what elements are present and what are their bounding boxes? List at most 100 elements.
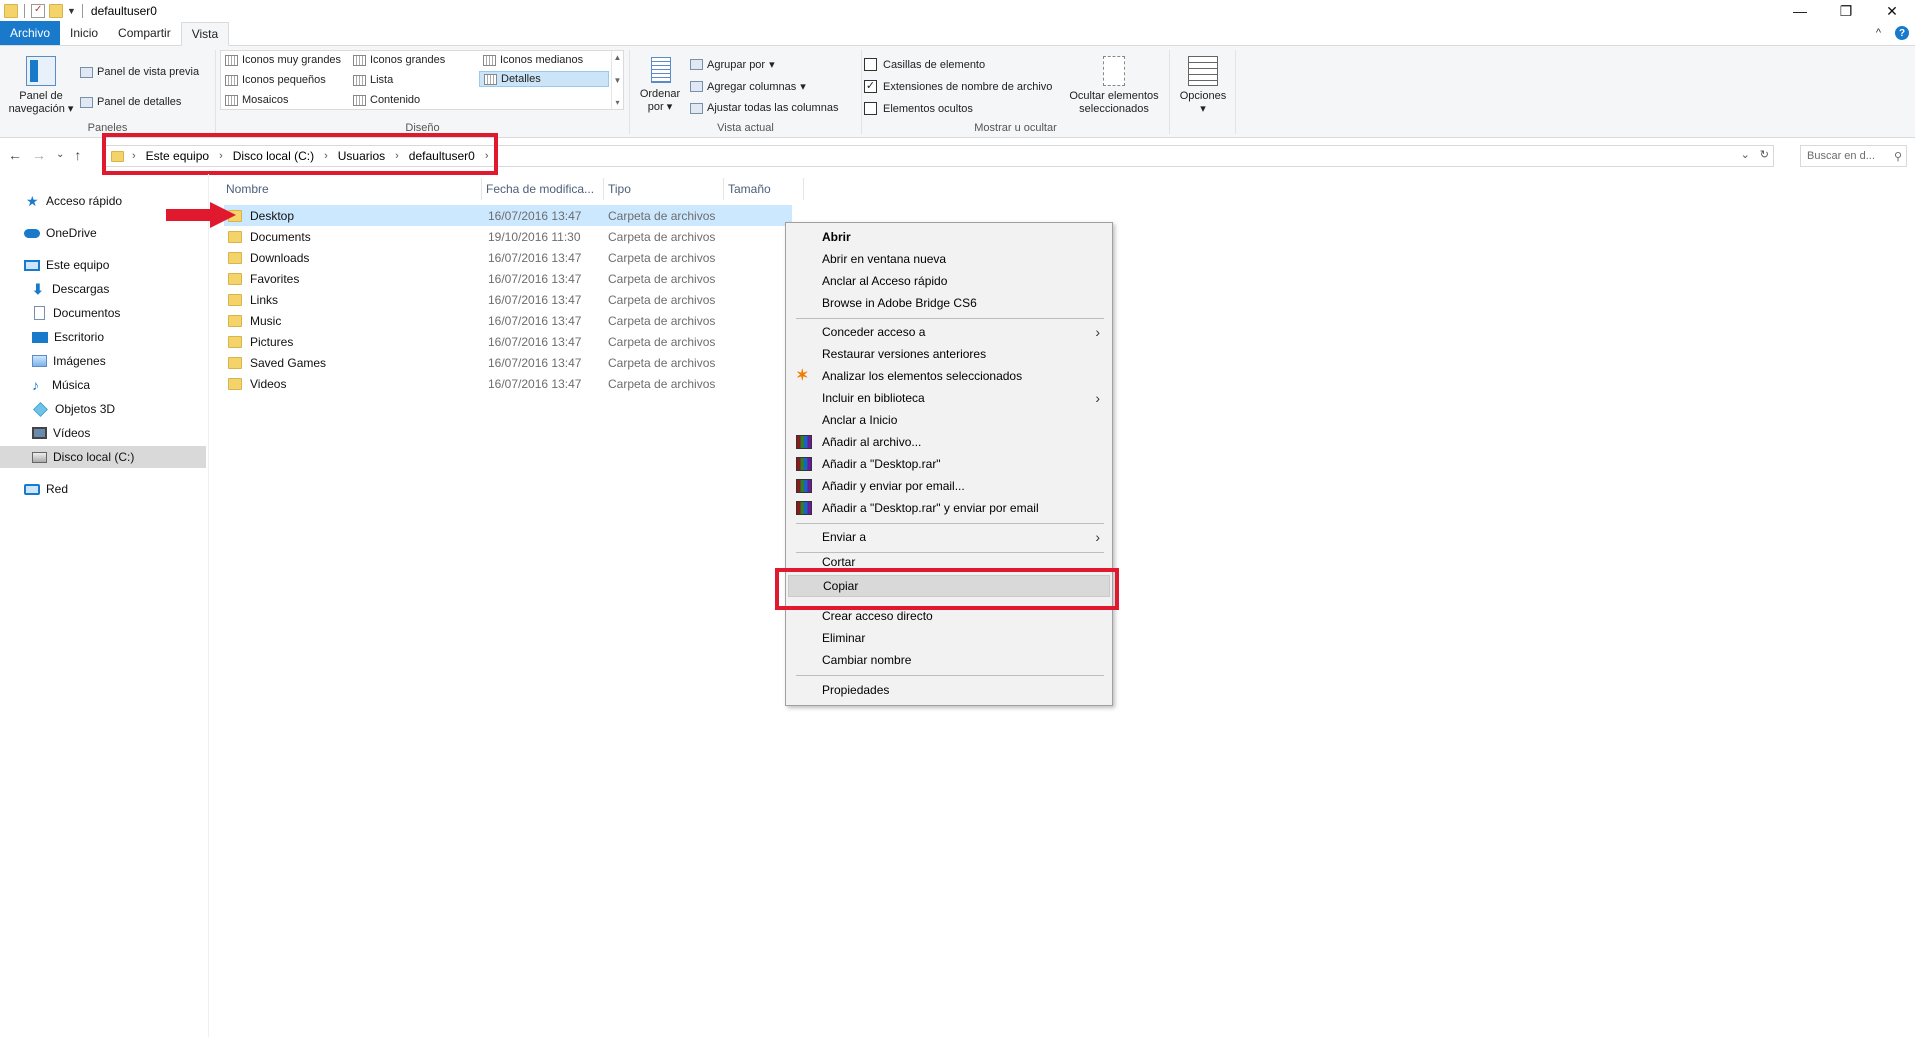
sidebar-item-musica[interactable]: ♪ Música xyxy=(0,374,206,396)
refresh-icon[interactable]: ↻ xyxy=(1760,148,1769,161)
nav-pane-button[interactable]: Panel de navegación ▾ xyxy=(6,56,76,116)
menu-item-cortar[interactable]: Cortar xyxy=(788,555,1110,569)
hide-selected-button[interactable]: Ocultar elementos seleccionados xyxy=(1062,56,1166,116)
group-vista-actual: Ordenar por ▾ Agrupar por ▾ Agregar colu… xyxy=(630,50,862,134)
menu-item-conceder-acceso[interactable]: Conceder acceso a › xyxy=(788,321,1110,343)
options-button[interactable]: Opciones ▾ xyxy=(1176,56,1230,116)
menu-item-anadir-enviar-email[interactable]: Añadir y enviar por email... xyxy=(788,475,1110,497)
sidebar-item-red[interactable]: Red xyxy=(0,478,206,500)
menu-item-anadir-archivo[interactable]: Añadir al archivo... xyxy=(788,431,1110,453)
up-arrow-icon[interactable]: ↑ xyxy=(74,147,81,163)
minimize-icon[interactable]: — xyxy=(1777,0,1823,22)
nav-pane-label: Panel de navegación xyxy=(8,90,65,115)
sort-by-button[interactable]: Ordenar por ▾ xyxy=(636,54,684,114)
menu-item-abrir[interactable]: Abrir xyxy=(788,226,1110,248)
layout-large-icons[interactable]: Iconos grandes xyxy=(353,54,445,66)
collapse-ribbon-chevron-icon[interactable]: ^ xyxy=(1876,27,1881,39)
table-row[interactable]: Videos 16/07/2016 13:47 Carpeta de archi… xyxy=(224,373,792,394)
tab-inicio[interactable]: Inicio xyxy=(60,21,108,45)
address-history-chevron-icon[interactable]: ⌄ xyxy=(1741,148,1750,161)
menu-item-label: Añadir a "Desktop.rar" xyxy=(822,457,941,471)
forward-arrow-icon[interactable]: → xyxy=(32,147,46,163)
sidebar-item-videos[interactable]: Vídeos xyxy=(0,422,206,444)
table-row[interactable]: Links 16/07/2016 13:47 Carpeta de archiv… xyxy=(224,289,792,310)
scroll-down-icon[interactable]: ▼ xyxy=(614,76,622,85)
layout-extra-large-icons[interactable]: Iconos muy grandes xyxy=(225,54,341,66)
item-checkboxes-toggle[interactable]: Casillas de elemento xyxy=(864,58,985,71)
group-opciones: Opciones ▾ xyxy=(1170,50,1236,134)
menu-item-anadir-desktop-rar-email[interactable]: Añadir a "Desktop.rar" y enviar por emai… xyxy=(788,497,1110,519)
sidebar-item-este-equipo[interactable]: Este equipo xyxy=(0,254,206,276)
menu-item-restaurar-versiones[interactable]: Restaurar versiones anteriores xyxy=(788,343,1110,365)
checkbox-unchecked[interactable] xyxy=(864,102,877,115)
table-row[interactable]: Desktop 16/07/2016 13:47 Carpeta de arch… xyxy=(224,205,792,226)
menu-item-cambiar-nombre[interactable]: Cambiar nombre xyxy=(788,649,1110,671)
layout-small-icons[interactable]: Iconos pequeños xyxy=(225,74,326,86)
menu-item-browse-adobe-bridge[interactable]: Browse in Adobe Bridge CS6 xyxy=(788,292,1110,314)
menu-item-propiedades[interactable]: Propiedades xyxy=(788,679,1110,701)
sidebar-item-documentos[interactable]: Documentos xyxy=(0,302,206,324)
sidebar-item-objetos-3d[interactable]: Objetos 3D xyxy=(0,398,206,420)
table-row[interactable]: Downloads 16/07/2016 13:47 Carpeta de ar… xyxy=(224,247,792,268)
fit-columns-button[interactable]: Ajustar todas las columnas xyxy=(690,102,838,114)
back-arrow-icon[interactable]: ← xyxy=(8,147,22,163)
customize-toolbar-chevron-icon[interactable]: ▼ xyxy=(67,6,76,16)
scroll-up-icon[interactable]: ▲ xyxy=(614,53,622,62)
table-row[interactable]: Pictures 16/07/2016 13:47 Carpeta de arc… xyxy=(224,331,792,352)
checkbox-unchecked[interactable] xyxy=(864,58,877,71)
layout-details[interactable]: Detalles xyxy=(479,71,609,87)
help-icon[interactable]: ? xyxy=(1895,26,1909,40)
sidebar-item-escritorio[interactable]: Escritorio xyxy=(0,326,206,348)
new-folder-icon[interactable] xyxy=(49,4,63,18)
menu-item-eliminar[interactable]: Eliminar xyxy=(788,627,1110,649)
layout-list[interactable]: Lista xyxy=(353,74,393,86)
hidden-items-toggle[interactable]: Elementos ocultos xyxy=(864,102,973,115)
table-row[interactable]: Music 16/07/2016 13:47 Carpeta de archiv… xyxy=(224,310,792,331)
fit-columns-label: Ajustar todas las columnas xyxy=(707,102,839,114)
menu-item-analizar[interactable]: ✶ Analizar los elementos seleccionados xyxy=(788,365,1110,387)
menu-item-anclar-inicio[interactable]: Anclar a Inicio xyxy=(788,409,1110,431)
sidebar-item-disco-local[interactable]: Disco local (C:) xyxy=(0,446,206,468)
properties-icon[interactable] xyxy=(31,4,45,18)
column-header-type[interactable]: Tipo xyxy=(604,178,724,200)
column-header-name[interactable]: Nombre xyxy=(222,178,482,200)
close-icon[interactable]: ✕ xyxy=(1869,0,1915,22)
sidebar-item-imagenes[interactable]: Imágenes xyxy=(0,350,206,372)
table-row[interactable]: Favorites 16/07/2016 13:47 Carpeta de ar… xyxy=(224,268,792,289)
layout-medium-icons[interactable]: Iconos medianos xyxy=(483,54,583,66)
layout-gallery-scroll[interactable]: ▲ ▼ ▾ xyxy=(611,51,623,109)
file-name: Links xyxy=(250,292,279,307)
layout-content[interactable]: Contenido xyxy=(353,94,420,106)
column-header-date[interactable]: Fecha de modifica... xyxy=(482,178,604,200)
menu-item-label: Restaurar versiones anteriores xyxy=(822,347,987,361)
group-by-button[interactable]: Agrupar por ▾ xyxy=(690,58,775,71)
checkbox-checked[interactable]: ✓ xyxy=(864,80,877,93)
search-box[interactable]: Buscar en d... ⚲ xyxy=(1800,145,1907,167)
add-columns-button[interactable]: Agregar columnas ▾ xyxy=(690,80,806,93)
layout-tiles[interactable]: Mosaicos xyxy=(225,94,288,106)
folder-icon xyxy=(228,272,242,285)
winrar-icon xyxy=(796,435,812,449)
expand-gallery-icon[interactable]: ▾ xyxy=(615,98,619,107)
tab-vista[interactable]: Vista xyxy=(180,22,230,46)
menu-item-enviar-a[interactable]: Enviar a › xyxy=(788,526,1110,548)
recent-locations-chevron-icon[interactable]: ⌄ xyxy=(56,149,64,163)
preview-pane-button[interactable]: Panel de vista previa xyxy=(80,66,199,78)
tab-compartir[interactable]: Compartir xyxy=(108,21,181,45)
table-row[interactable]: Documents 19/10/2016 11:30 Carpeta de ar… xyxy=(224,226,792,247)
restore-icon[interactable]: ❐ xyxy=(1823,0,1869,22)
menu-item-abrir-ventana-nueva[interactable]: Abrir en ventana nueva xyxy=(788,248,1110,270)
search-icon[interactable]: ⚲ xyxy=(1894,150,1902,163)
table-row[interactable]: Saved Games 16/07/2016 13:47 Carpeta de … xyxy=(224,352,792,373)
column-header-size[interactable]: Tamaño xyxy=(724,178,804,200)
file-type: Carpeta de archivos xyxy=(608,334,716,349)
file-extensions-toggle[interactable]: ✓ Extensiones de nombre de archivo xyxy=(864,80,1052,93)
pane-divider[interactable] xyxy=(208,174,209,1037)
sidebar-item-descargas[interactable]: ⬇ Descargas xyxy=(0,278,206,300)
details-pane-button[interactable]: Panel de detalles xyxy=(80,96,181,108)
tab-archivo[interactable]: Archivo xyxy=(0,21,61,45)
menu-item-anadir-desktop-rar[interactable]: Añadir a "Desktop.rar" xyxy=(788,453,1110,475)
file-date: 16/07/2016 13:47 xyxy=(488,271,582,286)
menu-item-incluir-biblioteca[interactable]: Incluir en biblioteca › xyxy=(788,387,1110,409)
menu-item-anclar-acceso-rapido[interactable]: Anclar al Acceso rápido xyxy=(788,270,1110,292)
